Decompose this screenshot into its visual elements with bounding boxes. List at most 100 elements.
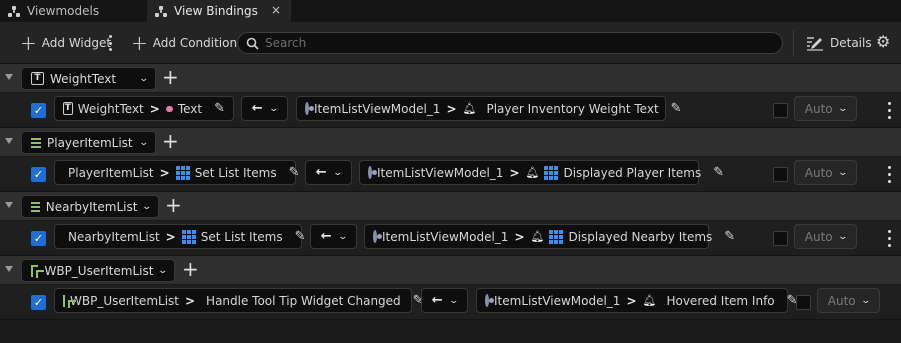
chevron-down-icon: ⌄: [138, 137, 150, 148]
source-property: Set List Items: [194, 165, 277, 180]
grid-icon: [181, 229, 196, 244]
option-checkbox[interactable]: [773, 103, 788, 118]
details-button[interactable]: Details: [806, 33, 872, 53]
auto-dropdown[interactable]: Auto ⌄: [794, 224, 857, 249]
add-condition-label: Add Condition: [152, 36, 238, 50]
tab-viewmodels-label: Viewmodels: [27, 4, 100, 18]
edit-pencil-icon[interactable]: ✎: [724, 229, 735, 244]
text-widget-icon: T: [31, 72, 44, 85]
row-more-icon[interactable]: [887, 230, 891, 247]
hierarchy-icon: [8, 5, 20, 17]
add-condition-button[interactable]: + Add Condition: [131, 33, 237, 53]
collapse-arrow-icon[interactable]: [5, 202, 13, 208]
widget-property-field[interactable]: WBP_UserItemList > Handle Tool Tip Widge…: [54, 288, 424, 313]
binding-mode-dropdown[interactable]: ← ⌄: [310, 224, 357, 249]
add-binding-icon[interactable]: +: [165, 194, 182, 216]
settings-gear-icon[interactable]: ⚙: [876, 34, 890, 50]
binding-row: ✓ NearbyItemList > Set List Items ✎ ← ⌄ …: [0, 221, 901, 256]
target-property: Hovered Item Info: [666, 293, 775, 308]
viewmodel-property-field[interactable]: ItemListViewModel_1 > 🔔︎ Hovered Item In…: [476, 288, 798, 313]
edit-pencil-icon[interactable]: ✎: [289, 165, 300, 180]
separator-chevron-icon: >: [514, 229, 525, 244]
separator-chevron-icon: >: [509, 165, 520, 180]
close-tab-icon[interactable]: ×: [271, 3, 281, 17]
bindings-list: T WeightText ⌄ + ✓ T WeightText > Text ✎…: [0, 64, 901, 320]
edit-pencil-icon[interactable]: ✎: [671, 101, 682, 116]
plus-icon: +: [20, 31, 37, 55]
tab-view-bindings[interactable]: View Bindings ×: [147, 0, 291, 22]
binding-group-header: WBP_UserItemList ⌄ +: [0, 256, 901, 285]
chevron-down-icon: ⌄: [837, 231, 848, 242]
add-binding-icon[interactable]: +: [162, 66, 179, 88]
edit-pencil-icon[interactable]: ✎: [214, 101, 225, 116]
source-widget: NearbyItemList: [68, 229, 160, 244]
binding-mode-dropdown[interactable]: ← ⌄: [421, 288, 468, 313]
collapse-arrow-icon[interactable]: [5, 74, 13, 80]
chevron-down-icon: ⌄: [332, 167, 343, 178]
auto-label: Auto: [827, 293, 856, 308]
option-checkbox[interactable]: [773, 231, 788, 246]
search-input[interactable]: [265, 36, 765, 50]
notify-bell-icon: 🔔︎: [642, 294, 657, 307]
widget-property-field[interactable]: NearbyItemList > Set List Items ✎: [54, 224, 306, 249]
binding-mode-dropdown[interactable]: ← ⌄: [241, 96, 288, 121]
tab-view-bindings-label: View Bindings: [174, 4, 258, 18]
binding-row: ✓ PlayerItemList > Set List Items ✎ ← ⌄ …: [0, 157, 901, 192]
viewmodel-property-field[interactable]: ItemListViewModel_1 > 🔔︎ Displayed Playe…: [359, 160, 724, 185]
edit-pencil-icon[interactable]: ✎: [295, 229, 306, 244]
widget-property-field[interactable]: T WeightText > Text ✎: [54, 96, 234, 121]
add-widget-button[interactable]: + Add Widget: [20, 33, 111, 53]
widget-selector[interactable]: T WeightText ⌄: [21, 67, 156, 90]
text-widget-icon: T: [63, 102, 73, 115]
viewmodel-icon: [485, 294, 494, 307]
collapse-arrow-icon[interactable]: [5, 138, 13, 144]
one-way-arrow-icon: ←: [320, 229, 332, 244]
add-widget-label: Add Widget: [41, 36, 112, 50]
collapse-arrow-icon[interactable]: [5, 266, 13, 272]
notify-bell-icon: 🔔︎: [462, 102, 477, 115]
chevron-down-icon: ⌄: [337, 231, 348, 242]
one-way-arrow-icon: ←: [431, 293, 443, 308]
details-label: Details: [830, 36, 872, 50]
enabled-checkbox[interactable]: ✓: [31, 295, 46, 310]
row-more-icon[interactable]: [887, 166, 891, 183]
enabled-checkbox[interactable]: ✓: [31, 167, 46, 182]
viewmodel-name: ItemListViewModel_1: [314, 101, 441, 116]
more-options-icon[interactable]: [108, 35, 112, 51]
list-view-icon: [31, 137, 41, 148]
separator-chevron-icon: >: [446, 101, 457, 116]
row-more-icon[interactable]: [887, 102, 891, 119]
auto-dropdown[interactable]: Auto ⌄: [794, 96, 857, 121]
notify-bell-icon: 🔔︎: [525, 166, 540, 179]
binding-group-header: T WeightText ⌄ +: [0, 64, 901, 93]
add-binding-icon[interactable]: +: [182, 258, 199, 280]
widget-selector[interactable]: WBP_UserItemList ⌄: [21, 259, 175, 282]
enabled-checkbox[interactable]: ✓: [31, 231, 46, 246]
chevron-down-icon: ⌄: [837, 103, 848, 114]
binding-row: ✓ WBP_UserItemList > Handle Tool Tip Wid…: [0, 285, 901, 320]
enabled-checkbox[interactable]: ✓: [31, 103, 46, 118]
viewmodel-icon: [305, 102, 314, 115]
viewmodel-property-field[interactable]: ItemListViewModel_1 > 🔔︎ Displayed Nearb…: [364, 224, 735, 249]
widget-name: WBP_UserItemList: [44, 263, 154, 278]
separator-chevron-icon: >: [159, 165, 170, 180]
auto-dropdown[interactable]: Auto ⌄: [794, 160, 857, 185]
widget-selector[interactable]: PlayerItemList ⌄: [21, 131, 156, 154]
viewmodel-name: ItemListViewModel_1: [382, 229, 509, 244]
widget-selector[interactable]: NearbyItemList ⌄: [21, 195, 159, 218]
separator-chevron-icon: >: [184, 293, 196, 308]
search-box[interactable]: [237, 32, 783, 54]
edit-pencil-icon[interactable]: ✎: [713, 165, 724, 180]
option-checkbox[interactable]: [773, 167, 788, 182]
viewmodel-property-field[interactable]: ItemListViewModel_1 > 🔔︎ Player Inventor…: [296, 96, 682, 121]
auto-label: Auto: [804, 165, 833, 180]
add-binding-icon[interactable]: +: [162, 130, 179, 152]
auto-dropdown[interactable]: Auto ⌄: [817, 288, 880, 313]
option-checkbox[interactable]: [796, 295, 811, 310]
empty-area: [0, 320, 901, 343]
plus-icon: +: [131, 31, 148, 55]
binding-mode-dropdown[interactable]: ← ⌄: [305, 160, 352, 185]
details-pencil-icon: [807, 37, 823, 51]
tab-viewmodels[interactable]: Viewmodels: [0, 0, 147, 22]
widget-property-field[interactable]: PlayerItemList > Set List Items ✎: [54, 160, 300, 185]
